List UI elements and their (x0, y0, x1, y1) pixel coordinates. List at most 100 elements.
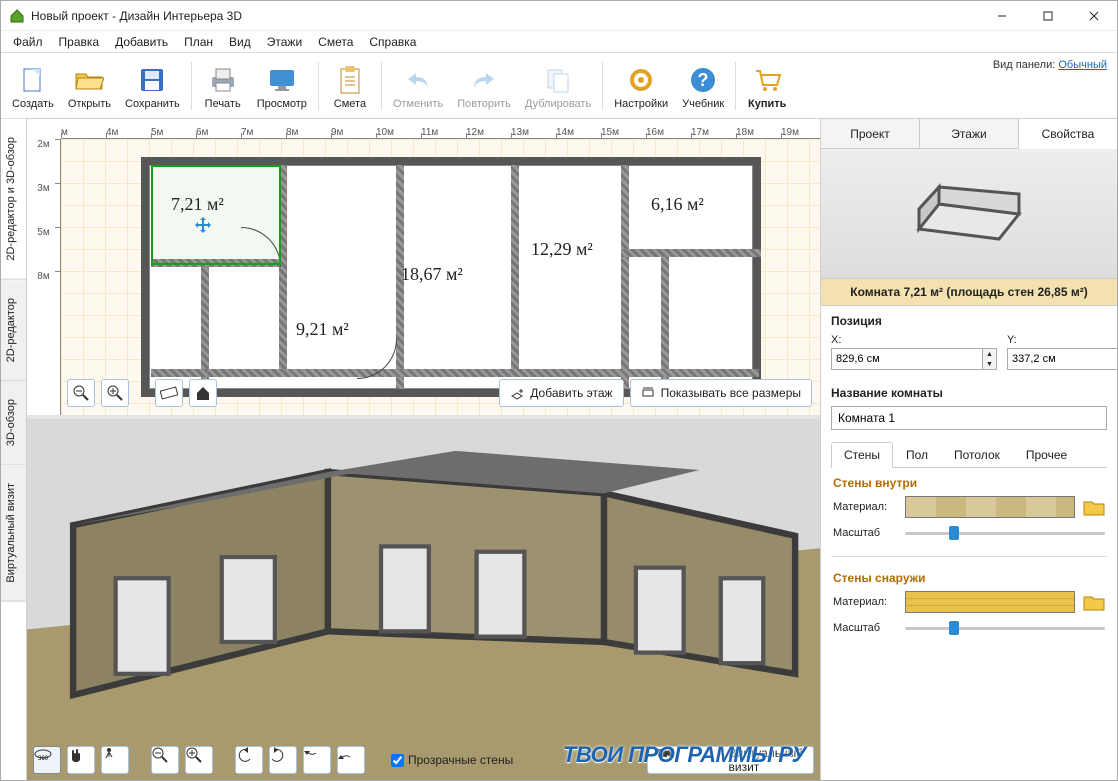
gear-icon (627, 66, 655, 94)
menu-plan[interactable]: План (176, 33, 221, 51)
inner-scale-slider[interactable] (905, 524, 1105, 542)
panel-mode-link[interactable]: Обычный (1058, 59, 1107, 71)
tilt-down-icon (304, 747, 330, 773)
hand-icon (68, 747, 94, 773)
properties-panel: Проект Этажи Свойства Комната 7,21 м² (п… (821, 119, 1117, 780)
page-icon (19, 66, 47, 94)
selected-room[interactable] (151, 165, 281, 265)
browse-inner-material-button[interactable] (1083, 498, 1105, 516)
walk-button[interactable] (101, 746, 129, 774)
dimensions-icon (641, 386, 655, 400)
spin-up-icon[interactable]: ▲ (983, 349, 996, 359)
orbit-button[interactable]: 360 (33, 746, 61, 774)
outer-material-swatch[interactable] (905, 591, 1075, 613)
home-button[interactable] (189, 379, 217, 407)
tab-properties[interactable]: Свойства (1019, 119, 1117, 149)
outer-scale-slider[interactable] (905, 619, 1105, 637)
cart-icon (752, 67, 782, 93)
save-button[interactable]: Сохранить (118, 59, 187, 113)
settings-button[interactable]: Настройки (607, 59, 675, 113)
monitor-icon (267, 67, 297, 93)
side-tab-2d[interactable]: 2D-редактор (1, 280, 26, 381)
rotate-right-button[interactable] (269, 746, 297, 774)
tilt-up-button[interactable] (337, 746, 365, 774)
view-3d[interactable]: 360 Прозрачные стены Виртуальный визит Т… (27, 419, 820, 780)
side-tab-3d[interactable]: 3D-обзор (1, 381, 26, 465)
close-button[interactable] (1071, 1, 1117, 31)
redo-button[interactable]: Повторить (450, 59, 518, 113)
room-area-1: 7,21 м² (171, 194, 224, 215)
spin-down-icon[interactable]: ▼ (983, 359, 996, 369)
menu-estimate[interactable]: Смета (310, 33, 361, 51)
zoom-out-3d-button[interactable] (151, 746, 179, 774)
zoom-out-icon (73, 385, 89, 401)
move-handle-icon[interactable] (193, 217, 213, 237)
room-area-4: 18,67 м² (401, 264, 463, 285)
room-info-label: Комната 7,21 м² (площадь стен 26,85 м²) (821, 279, 1117, 306)
tutorial-button[interactable]: ?Учебник (675, 59, 731, 113)
pan-button[interactable] (67, 746, 95, 774)
main-toolbar: Создать Открыть Сохранить Печать Просмот… (1, 53, 1117, 119)
pos-x-input[interactable]: ▲▼ (831, 348, 997, 370)
show-dims-button[interactable]: Показывать все размеры (630, 379, 812, 407)
preview-button[interactable]: Просмотр (250, 59, 314, 113)
home-icon (195, 385, 211, 401)
tilt-up-icon (338, 747, 364, 773)
zoom-in-icon (107, 385, 123, 401)
app-icon (9, 8, 25, 24)
undo-button[interactable]: Отменить (386, 59, 450, 113)
transparent-walls-checkbox[interactable]: Прозрачные стены (391, 753, 513, 767)
subtab-ceiling[interactable]: Потолок (941, 442, 1013, 467)
zoom-out-icon (152, 747, 178, 773)
menu-view[interactable]: Вид (221, 33, 259, 51)
tab-floors[interactable]: Этажи (920, 119, 1019, 148)
browse-outer-material-button[interactable] (1083, 593, 1105, 611)
tilt-down-button[interactable] (303, 746, 331, 774)
zoom-in-icon (186, 747, 212, 773)
rotate-right-icon (270, 747, 296, 773)
ruler-vertical: 2м 3м 5м 8м (27, 139, 61, 415)
menu-help[interactable]: Справка (361, 33, 424, 51)
redo-icon (470, 69, 498, 91)
inner-material-swatch[interactable] (905, 496, 1075, 518)
room-3d-preview (821, 149, 1117, 279)
side-tab-2d-3d[interactable]: 2D-редактор и 3D-обзор (1, 119, 26, 280)
svg-text:?: ? (698, 70, 709, 90)
menu-bar: Файл Правка Добавить План Вид Этажи Смет… (1, 31, 1117, 53)
undo-icon (404, 69, 432, 91)
ruler-icon (160, 386, 178, 400)
side-tab-virtual[interactable]: Виртуальный визит (1, 465, 26, 602)
estimate-button[interactable]: Смета (323, 59, 377, 113)
measure-button[interactable] (155, 379, 183, 407)
menu-edit[interactable]: Правка (51, 33, 108, 51)
pos-y-input[interactable]: ▲▼ (1007, 348, 1118, 370)
subtab-walls[interactable]: Стены (831, 442, 893, 468)
plan-2d-view[interactable]: м4м5м6м7м8м9м10м11м12м13м14м15м16м17м18м… (27, 119, 820, 419)
orbit-icon: 360 (34, 747, 60, 773)
buy-button[interactable]: Купить (740, 59, 794, 113)
side-tabs: 2D-редактор и 3D-обзор 2D-редактор 3D-об… (1, 119, 27, 780)
print-button[interactable]: Печать (196, 59, 250, 113)
folder-open-icon (74, 68, 104, 92)
open-button[interactable]: Открыть (61, 59, 118, 113)
printer-icon (208, 67, 238, 93)
zoom-out-button[interactable] (67, 379, 95, 407)
maximize-button[interactable] (1025, 1, 1071, 31)
room-name-input[interactable] (831, 406, 1107, 430)
subtab-other[interactable]: Прочее (1013, 442, 1080, 467)
rotate-left-icon (236, 747, 262, 773)
subtab-floor[interactable]: Пол (893, 442, 941, 467)
position-title: Позиция (831, 314, 1107, 328)
menu-file[interactable]: Файл (5, 33, 51, 51)
zoom-in-button[interactable] (101, 379, 129, 407)
duplicate-button[interactable]: Дублировать (518, 59, 598, 113)
tab-project[interactable]: Проект (821, 119, 920, 148)
rotate-left-button[interactable] (235, 746, 263, 774)
menu-add[interactable]: Добавить (107, 33, 176, 51)
menu-floors[interactable]: Этажи (259, 33, 310, 51)
create-button[interactable]: Создать (5, 59, 61, 113)
minimize-button[interactable] (979, 1, 1025, 31)
svg-text:360: 360 (38, 756, 49, 762)
zoom-in-3d-button[interactable] (185, 746, 213, 774)
add-floor-button[interactable]: Добавить этаж (499, 379, 623, 407)
